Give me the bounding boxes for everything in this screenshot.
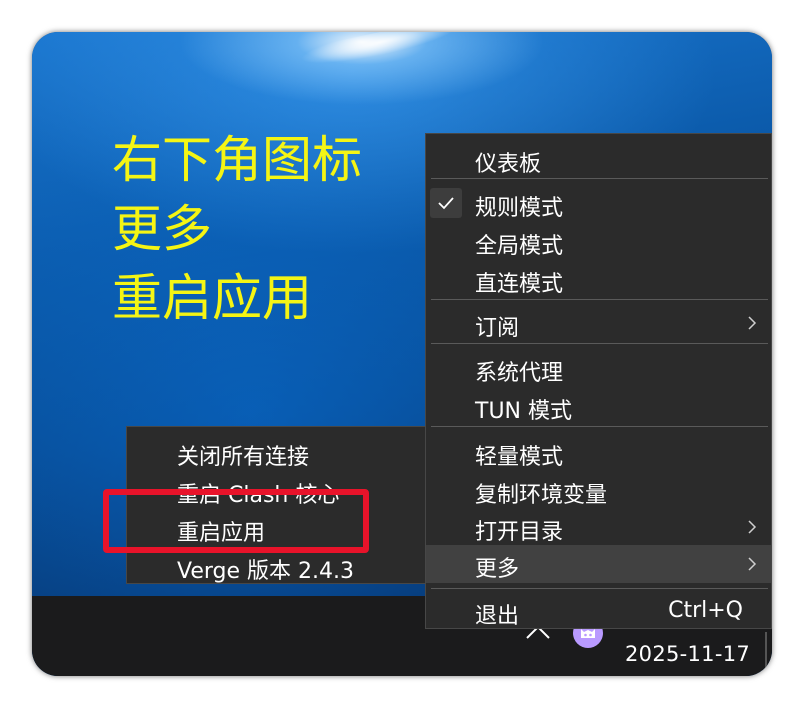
menu-item-system-proxy[interactable]: 系统代理 (426, 349, 771, 387)
menu-item-label: TUN 模式 (475, 399, 572, 424)
menu-item-label: 订阅 (475, 316, 520, 341)
instruction-caption: 右下角图标 更多 重启应用 (112, 126, 362, 333)
menu-item-label: 打开目录 (475, 520, 564, 545)
menu-item-shortcut: Ctrl+Q (668, 598, 743, 623)
menu-item-label: 更多 (475, 557, 520, 582)
menu-item-copy-env[interactable]: 复制环境变量 (426, 471, 771, 509)
menu-item-tun-mode[interactable]: TUN 模式 (426, 387, 771, 425)
menu-item-label: 关闭所有连接 (177, 445, 310, 470)
menu-item-dashboard[interactable]: 仪表板 (426, 140, 771, 178)
menu-item-more[interactable]: 更多 (426, 545, 771, 583)
caption-line-1: 右下角图标 (112, 131, 362, 189)
caption-line-2: 更多 (112, 200, 212, 258)
menu-item-label: Verge 版本 2.4.3 (177, 559, 354, 584)
checkmark-icon (430, 188, 462, 218)
menu-item-label: 仪表板 (475, 152, 542, 177)
menu-item-label: 规则模式 (475, 196, 564, 221)
menu-item-label: 复制环境变量 (475, 483, 608, 508)
menu-item-subscriptions[interactable]: 订阅 (426, 304, 771, 342)
menu-item-label: 退出 (475, 604, 520, 629)
menu-separator (431, 299, 768, 300)
menu-separator (431, 343, 768, 344)
caption-line-3: 重启应用 (112, 269, 312, 327)
menu-item-quit[interactable]: 退出 Ctrl+Q (426, 592, 771, 630)
menu-item-close-all-connections[interactable]: 关闭所有连接 (127, 433, 427, 471)
menu-item-rule-mode[interactable]: 规则模式 (426, 184, 771, 222)
taskbar-date[interactable]: 2025-11-17 (625, 642, 750, 666)
menu-item-label: 全局模式 (475, 234, 564, 259)
show-desktop-divider (765, 632, 767, 668)
menu-separator (431, 426, 768, 427)
chevron-right-icon (748, 520, 757, 534)
menu-separator (431, 588, 768, 589)
chevron-right-icon (748, 557, 757, 571)
annotation-highlight-box (103, 489, 369, 553)
chevron-right-icon (748, 316, 757, 330)
menu-separator (431, 178, 768, 179)
tray-context-menu: 仪表板 规则模式 全局模式 直连模式 订阅 系统代理 TUN 模式 轻量模式 复… (425, 133, 772, 629)
menu-item-label: 轻量模式 (475, 445, 564, 470)
menu-item-lightweight-mode[interactable]: 轻量模式 (426, 433, 771, 471)
menu-item-global-mode[interactable]: 全局模式 (426, 222, 771, 260)
menu-item-open-directory[interactable]: 打开目录 (426, 508, 771, 546)
menu-item-direct-mode[interactable]: 直连模式 (426, 260, 771, 298)
menu-item-label: 直连模式 (475, 272, 564, 297)
menu-item-label: 系统代理 (475, 361, 564, 386)
